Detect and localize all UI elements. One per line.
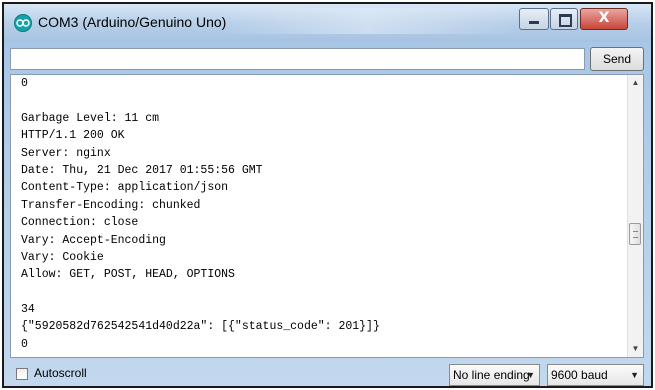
output-line: 0: [21, 337, 28, 351]
footer-bar: Autoscroll No line ending ▼ 9600 baud ▼: [4, 362, 651, 388]
output-line: Vary: Cookie: [21, 250, 104, 264]
output-line: Garbage Level: 11 cm: [21, 111, 160, 125]
window-title: COM3 (Arduino/Genuino Uno): [38, 14, 227, 30]
output-line: Server: nginx: [21, 146, 111, 160]
output-line: HTTP/1.1 200 OK: [21, 129, 125, 143]
output-line: Date: Thu, 21 Dec 2017 01:55:56 GMT: [21, 163, 263, 177]
close-icon: X: [598, 10, 610, 26]
scroll-down-icon[interactable]: ▼: [628, 341, 643, 357]
close-button[interactable]: X: [580, 8, 628, 30]
autoscroll-label[interactable]: Autoscroll: [34, 366, 87, 380]
serial-output[interactable]: 0 Garbage Level: 11 cm HTTP/1.1 200 OK Serv…: [10, 74, 644, 358]
output-line: Allow: GET, POST, HEAD, OPTIONS: [21, 268, 235, 282]
autoscroll-checkbox[interactable]: [16, 368, 28, 380]
output-line: Content-Type: application/json: [21, 181, 229, 195]
output-line: {"5920582d762542541d40d22a": [{"status_c…: [21, 320, 380, 334]
chevron-down-icon: ▼: [630, 370, 639, 380]
output-line: Connection: close: [21, 216, 139, 230]
title-bar[interactable]: COM3 (Arduino/Genuino Uno) X: [4, 4, 651, 42]
baud-rate-value: 9600 baud: [551, 368, 608, 382]
chevron-down-icon: ▼: [526, 370, 535, 380]
output-text: 0 Garbage Level: 11 cm HTTP/1.1 200 OK Serv…: [21, 75, 621, 353]
maximize-button[interactable]: [550, 8, 578, 30]
line-ending-value: No line ending: [453, 368, 530, 382]
arduino-icon: [14, 14, 32, 32]
output-line: 34: [21, 303, 35, 317]
serial-monitor-window: COM3 (Arduino/Genuino Uno) X Send 0 Garba…: [2, 2, 653, 388]
line-ending-select[interactable]: No line ending ▼: [449, 364, 540, 386]
output-line: Vary: Accept-Encoding: [21, 233, 166, 247]
vertical-scrollbar[interactable]: ▲ ▼: [627, 75, 643, 357]
serial-input[interactable]: [10, 48, 585, 70]
send-button[interactable]: Send: [590, 47, 644, 71]
scrollbar-thumb[interactable]: [629, 223, 641, 245]
output-line: Transfer-Encoding: chunked: [21, 198, 201, 212]
scroll-up-icon[interactable]: ▲: [628, 75, 643, 91]
output-line: 0: [21, 77, 28, 90]
minimize-button[interactable]: [519, 8, 549, 30]
baud-rate-select[interactable]: 9600 baud ▼: [547, 364, 644, 386]
title-bar-glass: [219, 8, 519, 34]
